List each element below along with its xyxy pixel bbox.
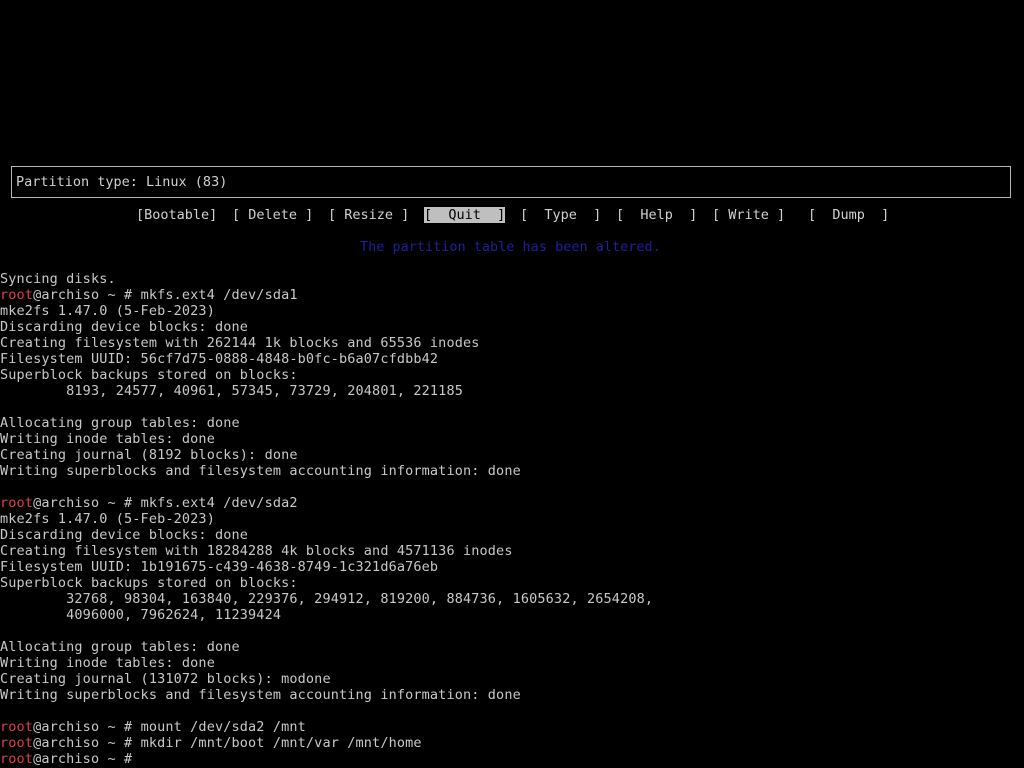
terminal-line: Writing superblocks and filesystem accou… xyxy=(0,687,521,703)
terminal-line: Writing superblocks and filesystem accou… xyxy=(0,463,521,479)
terminal-line: 8193, 24577, 40961, 57345, 73729, 204801… xyxy=(0,383,463,399)
menu-delete[interactable]: [ Delete ] xyxy=(232,207,313,223)
prompt-line: root@archiso ~ # mount /dev/sda2 /mnt xyxy=(0,719,306,735)
command-text: mkfs.ext4 /dev/sda1 xyxy=(140,287,298,303)
partition-type-box: Partition type: Linux (83) xyxy=(11,166,1011,198)
terminal-line: mke2fs 1.47.0 (5-Feb-2023) xyxy=(0,303,215,319)
command-text: mkfs.ext4 /dev/sda2 xyxy=(140,495,298,511)
terminal-line: 4096000, 7962624, 11239424 xyxy=(0,607,282,623)
terminal-line: Syncing disks. xyxy=(0,271,116,287)
partition-type-label: Partition type: Linux (83) xyxy=(16,174,228,190)
active-prompt-line[interactable]: root@archiso ~ # xyxy=(0,751,141,767)
command-text: mkdir /mnt/boot /mnt/var /mnt/home xyxy=(140,735,422,751)
prompt-user: root xyxy=(0,735,34,751)
terminal-line: Creating filesystem with 18284288 4k blo… xyxy=(0,543,513,559)
prompt-host: @archiso ~ # xyxy=(33,719,141,735)
menu-type[interactable]: [ Type ] xyxy=(520,207,601,223)
prompt-user: root xyxy=(0,751,34,767)
terminal-line: Superblock backups stored on blocks: xyxy=(0,367,298,383)
prompt-host: @archiso ~ # xyxy=(33,751,141,767)
prompt-line: root@archiso ~ # mkfs.ext4 /dev/sda2 xyxy=(0,495,298,511)
status-message: The partition table has been altered. xyxy=(360,239,661,255)
terminal-line: 32768, 98304, 163840, 229376, 294912, 81… xyxy=(0,591,654,607)
prompt-host: @archiso ~ # xyxy=(33,495,141,511)
terminal-line: Filesystem UUID: 1b191675-c439-4638-8749… xyxy=(0,559,439,575)
prompt-host: @archiso ~ # xyxy=(33,735,141,751)
terminal-line: Allocating group tables: done xyxy=(0,415,240,431)
menu-help[interactable]: [ Help ] xyxy=(616,207,697,223)
terminal-line: Discarding device blocks: done xyxy=(0,527,249,543)
command-text: mount /dev/sda2 /mnt xyxy=(140,719,306,735)
prompt-line: root@archiso ~ # mkfs.ext4 /dev/sda1 xyxy=(0,287,298,303)
terminal-line: Writing inode tables: done xyxy=(0,655,215,671)
menu-write[interactable]: [ Write ] xyxy=(712,207,785,223)
prompt-user: root xyxy=(0,287,34,303)
cfdisk-menu-bar: [Bootable] [ Delete ] [ Resize ] [ Quit … xyxy=(0,207,1024,223)
prompt-host: @archiso ~ # xyxy=(33,287,141,303)
terminal-line: Filesystem UUID: 56cf7d75-0888-4848-b0fc… xyxy=(0,351,439,367)
prompt-line: root@archiso ~ # mkdir /mnt/boot /mnt/va… xyxy=(0,735,422,751)
prompt-user: root xyxy=(0,495,34,511)
terminal-line: Allocating group tables: done xyxy=(0,639,240,655)
terminal-line: Creating filesystem with 262144 1k block… xyxy=(0,335,480,351)
terminal-line: Creating journal (8192 blocks): done xyxy=(0,447,298,463)
terminal-line: Writing inode tables: done xyxy=(0,431,215,447)
terminal-line: Creating journal (131072 blocks): modone xyxy=(0,671,331,687)
terminal-line: mke2fs 1.47.0 (5-Feb-2023) xyxy=(0,511,215,527)
menu-dump[interactable]: [ Dump ] xyxy=(808,207,889,223)
menu-bootable[interactable]: [Bootable] xyxy=(136,207,217,223)
menu-resize[interactable]: [ Resize ] xyxy=(328,207,409,223)
prompt-user: root xyxy=(0,719,34,735)
terminal-line: Superblock backups stored on blocks: xyxy=(0,575,298,591)
menu-quit[interactable]: [ Quit ] xyxy=(424,207,506,223)
terminal-line: Discarding device blocks: done xyxy=(0,319,249,335)
